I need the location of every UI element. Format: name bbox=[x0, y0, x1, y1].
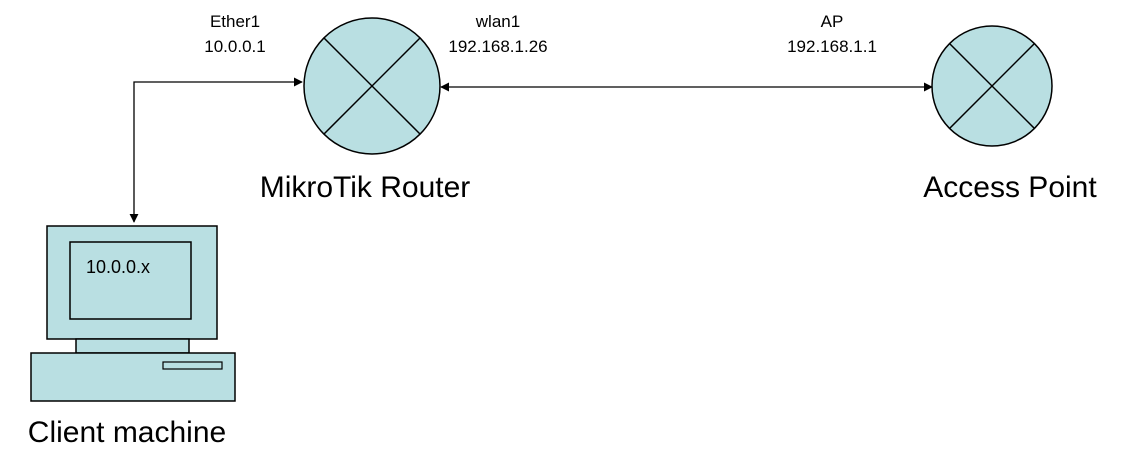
computer-base bbox=[30, 352, 236, 402]
drive-slot bbox=[162, 361, 223, 370]
access-point-name: Access Point bbox=[923, 171, 1097, 204]
router-wlan-ip: 192.168.1.26 bbox=[448, 37, 547, 56]
client-screen-ip: 10.0.0.x bbox=[86, 257, 150, 277]
router-wlan-interface: wlan1 bbox=[475, 12, 520, 31]
monitor-stand bbox=[75, 338, 190, 354]
router-icon bbox=[303, 17, 441, 155]
client-name: Client machine bbox=[28, 416, 226, 449]
router-name: MikroTik Router bbox=[260, 171, 471, 204]
computer-icon: 10.0.0.x bbox=[30, 225, 236, 402]
monitor-screen bbox=[69, 241, 192, 320]
network-diagram: 10.0.0.x Ether1 10.0.0.1 wlan1 192.168.1… bbox=[28, 12, 1098, 449]
access-point-icon bbox=[931, 25, 1053, 147]
router-ether-interface: Ether1 bbox=[210, 12, 260, 31]
router-ether-ip: 10.0.0.1 bbox=[204, 37, 265, 56]
ap-ip: 192.168.1.1 bbox=[787, 37, 877, 56]
ap-interface: AP bbox=[821, 12, 844, 31]
